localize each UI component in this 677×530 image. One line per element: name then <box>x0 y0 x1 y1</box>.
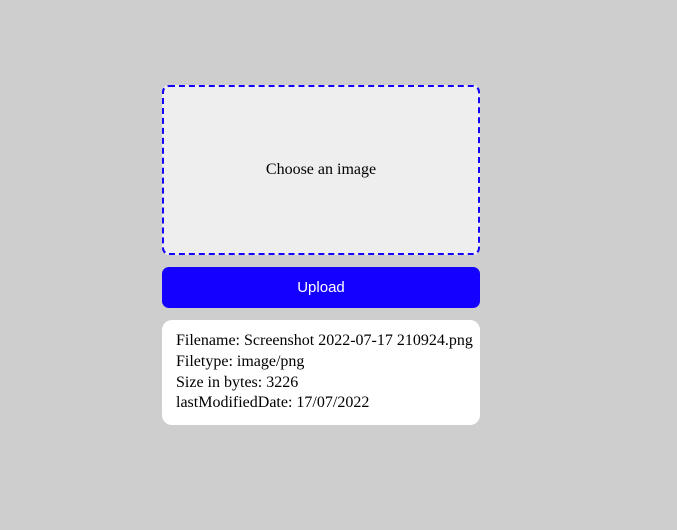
dropzone-label: Choose an image <box>266 161 376 179</box>
upload-button-label: Upload <box>297 279 345 296</box>
upload-panel: Choose an image Upload Filename: Screens… <box>162 85 480 425</box>
upload-button[interactable]: Upload <box>162 267 480 308</box>
file-dropzone[interactable]: Choose an image <box>162 85 480 255</box>
modified-value: 17/07/2022 <box>296 394 369 411</box>
modified-label: lastModifiedDate: <box>176 394 296 411</box>
filetype-value: image/png <box>237 353 305 370</box>
file-info-filetype: Filetype: image/png <box>176 352 466 373</box>
size-label: Size in bytes: <box>176 374 266 391</box>
filename-value: Screenshot 2022-07-17 210924.png <box>244 332 473 349</box>
file-info-modified: lastModifiedDate: 17/07/2022 <box>176 393 466 414</box>
file-info-size: Size in bytes: 3226 <box>176 373 466 394</box>
file-info-card: Filename: Screenshot 2022-07-17 210924.p… <box>162 320 480 425</box>
filename-label: Filename: <box>176 332 244 349</box>
filetype-label: Filetype: <box>176 353 237 370</box>
size-value: 3226 <box>266 374 298 391</box>
file-info-filename: Filename: Screenshot 2022-07-17 210924.p… <box>176 331 466 352</box>
